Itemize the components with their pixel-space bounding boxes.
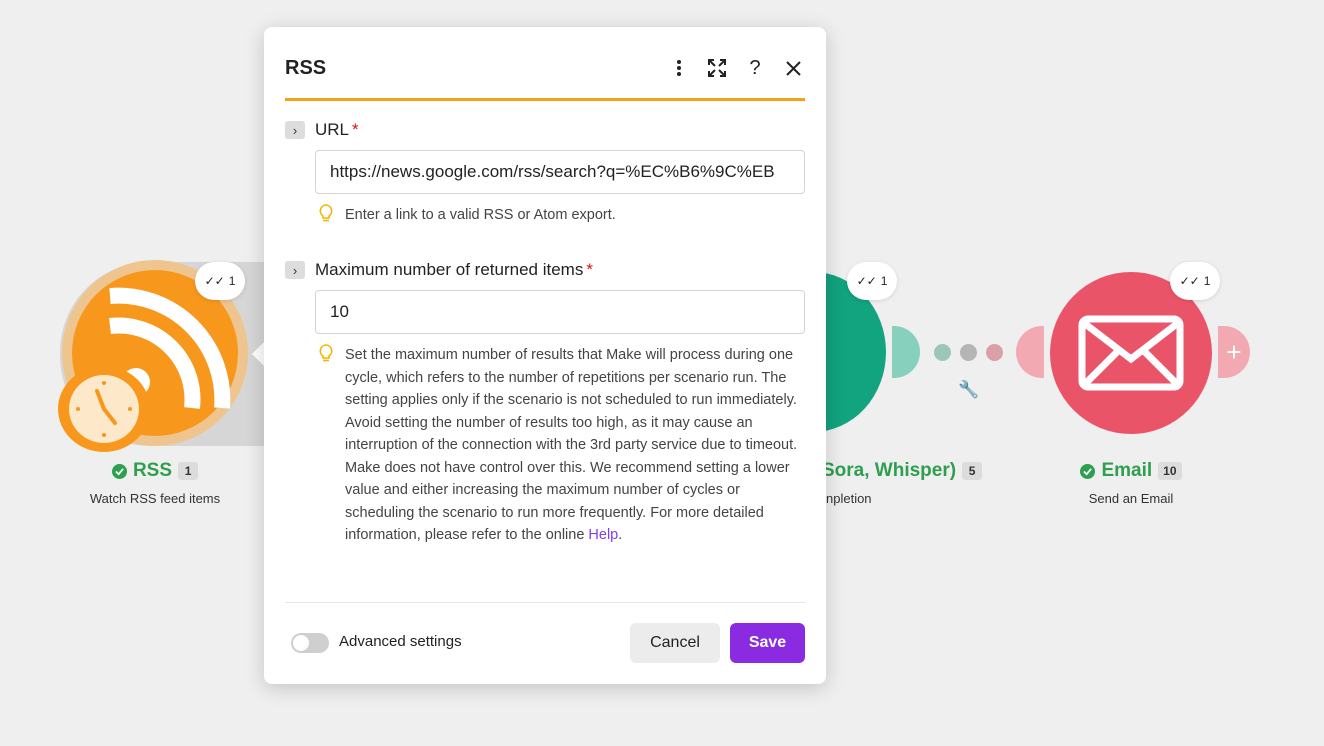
modal-header-actions: ? [667,55,805,81]
modal-title: RSS [285,57,327,79]
email-count-badge: 10 [1158,462,1182,480]
help-link[interactable]: Help [588,527,618,543]
lightbulb-icon [319,204,337,230]
more-vertical-icon[interactable] [667,55,691,81]
success-check-icon [1080,463,1096,479]
chevron-right-icon: › [292,262,298,278]
connector-dots[interactable] [934,344,1003,361]
double-check-icon: ✓✓ [856,274,877,288]
email-module-label: Email 10 [1021,460,1241,482]
rss-module-label: RSS 1 [45,460,265,482]
url-input[interactable]: https://news.google.com/rss/search?q=%EC… [315,150,805,194]
expand-icon[interactable] [705,55,729,81]
modal-pointer [252,342,264,366]
url-expand-toggle[interactable]: › [285,121,305,139]
openai-operations-bubble[interactable]: ✓✓ 1 [847,262,897,300]
success-check-icon [111,463,127,479]
url-field-group: › URL * https://news.google.com/rss/searc… [285,120,805,230]
double-check-icon: ✓✓ [204,274,225,288]
max-items-hint: Set the maximum number of results that M… [319,344,805,547]
openai-module-label: Sora, Whisper) 5 [822,460,983,482]
schedule-clock-icon[interactable] [58,366,150,452]
save-button[interactable]: Save [730,623,805,663]
max-items-label: Maximum number of returned items * [315,260,593,279]
double-check-icon: ✓✓ [1179,274,1200,288]
email-module-subtitle: Send an Email [1088,491,1174,506]
max-items-field-group: › Maximum number of returned items * 10 S… [285,260,805,547]
chevron-right-icon: › [292,122,298,138]
email-connector-left [1016,326,1044,378]
connector-dot [986,344,1003,361]
connector-dot [960,344,977,361]
advanced-settings-toggle[interactable] [291,633,329,653]
wrench-icon[interactable]: 🔧 [958,380,979,400]
url-label: URL * [315,120,359,139]
connector-dot [934,344,951,361]
url-hint: Enter a link to a valid RSS or Atom expo… [319,204,805,230]
max-items-hint-text: Set the maximum number of results that M… [345,347,798,543]
modal-footer: Advanced settings Cancel Save [285,623,805,663]
help-icon[interactable]: ? [743,55,767,81]
cancel-button[interactable]: Cancel [630,623,720,663]
openai-module-subtitle: npletion [826,491,872,506]
envelope-icon [1078,315,1184,391]
rss-settings-modal: RSS ? › URL * https://news.google.com/rss… [264,27,826,684]
max-items-input[interactable]: 10 [315,290,805,334]
modal-header: RSS ? [285,55,805,101]
lightbulb-icon [319,344,337,547]
rss-count-badge: 1 [178,462,199,480]
email-operations-bubble[interactable]: ✓✓ 1 [1170,262,1220,300]
close-icon[interactable] [781,55,805,81]
plus-icon: + [1226,336,1242,367]
rss-operations-bubble[interactable]: ✓✓ 1 [195,262,245,300]
max-items-expand-toggle[interactable]: › [285,261,305,279]
advanced-settings-label: Advanced settings [339,633,462,650]
openai-count-badge: 5 [962,462,983,480]
openai-connector-half [892,326,920,378]
add-module-button[interactable]: + [1218,326,1250,378]
footer-divider [285,602,805,603]
rss-module-subtitle: Watch RSS feed items [89,491,221,506]
